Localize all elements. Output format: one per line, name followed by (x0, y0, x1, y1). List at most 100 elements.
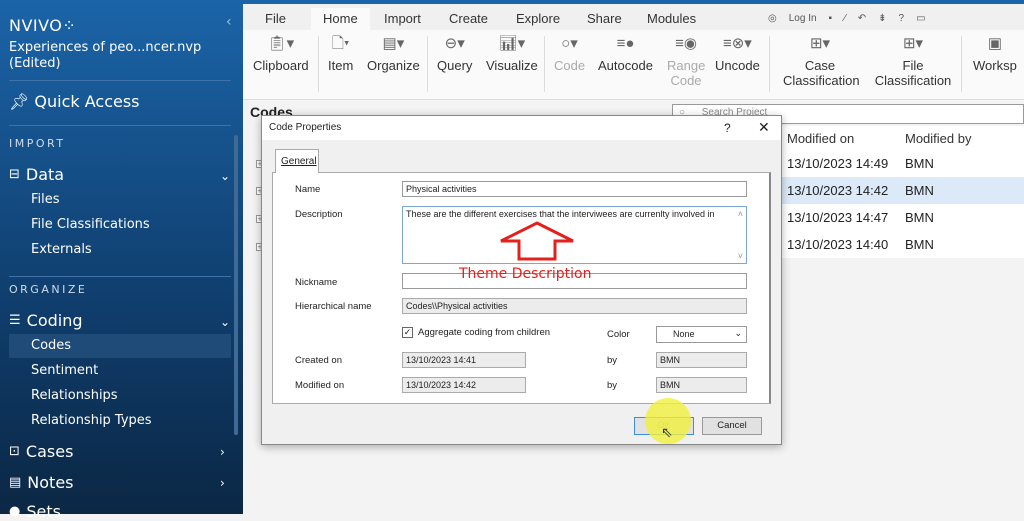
visualize-label: Visualize (486, 58, 538, 73)
chevron-down-icon[interactable]: ⌄ (220, 315, 230, 329)
workspace-label: Worksp (973, 58, 1017, 73)
range-code-label: Range Code (667, 58, 706, 88)
bar-chart-icon: 📊︎▾ (498, 35, 526, 52)
tab-share[interactable]: Share (587, 11, 622, 26)
divider (9, 276, 231, 277)
clipboard-button[interactable]: 📋︎▾ Clipboard (253, 36, 309, 73)
column-modified-by[interactable]: Modified by (905, 131, 971, 146)
sidebar-item-externals[interactable]: Externals (31, 242, 92, 257)
cell-modified-on: 13/10/2023 14:49 (787, 156, 889, 171)
nvivo-logo: NVIVO⁘ (9, 16, 76, 35)
notes-icon: ▤ (9, 475, 22, 490)
sidebar-item-codes[interactable]: Codes (9, 334, 231, 358)
sidebar-item-file-classifications[interactable]: File Classifications (31, 217, 150, 232)
tab-home[interactable]: Home (311, 8, 370, 32)
column-modified-on[interactable]: Modified on (787, 131, 854, 146)
sidebar-scrollbar[interactable] (234, 135, 238, 435)
mouse-cursor-icon: ⇖ (661, 424, 673, 440)
dialog-close-button[interactable]: ✕ (758, 119, 770, 136)
organize-icon: ▤▾ (382, 35, 405, 52)
name-field[interactable]: Physical activities (402, 181, 747, 197)
item-button[interactable]: 🗋▾ Item (328, 36, 353, 73)
case-classification-icon: ⊞▾ (809, 35, 831, 52)
coding-icon: ☰ (9, 313, 21, 328)
user-icon[interactable]: ◎ (768, 13, 777, 24)
organize-button[interactable]: ▤▾ Organize (367, 36, 420, 73)
red-up-arrow-icon (500, 221, 574, 261)
color-label: Color (607, 329, 630, 340)
feedback-icon[interactable]: ▭ (916, 13, 925, 24)
scroll-up-icon[interactable]: ˄ (738, 209, 743, 219)
tab-general[interactable]: General (275, 149, 319, 173)
table-row[interactable]: 13/10/2023 14:49 BMN (782, 150, 1024, 177)
code-button[interactable]: ○▾ Code (554, 36, 585, 73)
file-classification-icon: ⊞▾ (902, 35, 924, 52)
document-icon: 🗋▾ (331, 35, 350, 52)
table-row[interactable]: 13/10/2023 14:47 BMN (782, 204, 1024, 231)
cell-modified-on: 13/10/2023 14:42 (787, 183, 889, 198)
login-link[interactable]: Log In (789, 13, 817, 24)
sidebar-group-data[interactable]: ⊟ Data (9, 165, 64, 184)
cell-modified-on: 13/10/2023 14:47 (787, 210, 889, 225)
sidebar-group-coding[interactable]: ☰ Coding (9, 311, 83, 330)
divider (427, 36, 428, 92)
workspace-button[interactable]: ▣ Worksp (973, 36, 1017, 73)
divider (769, 36, 770, 92)
notes-label: Notes (27, 473, 74, 492)
collapse-sidebar-icon[interactable]: ‹ (226, 14, 232, 30)
edit-icon[interactable]: ∕ (844, 13, 846, 24)
sidebar-group-notes[interactable]: ▤ Notes (9, 473, 74, 492)
project-file: Experiences of peo...ncer.nvp (9, 40, 202, 55)
item-label: Item (328, 58, 354, 73)
quick-access[interactable]: 📌︎ Quick Access (9, 92, 140, 111)
sidebar-item-relationship-types[interactable]: Relationship Types (31, 413, 152, 428)
created-on-field: 13/10/2023 14:41 (402, 352, 526, 368)
tab-create[interactable]: Create (449, 11, 488, 26)
sidebar-group-sets[interactable]: ● Sets (9, 502, 61, 521)
customize-icon[interactable]: ⇟ (878, 13, 886, 24)
cell-modified-by: BMN (905, 156, 934, 171)
visualize-button[interactable]: 📊︎▾ Visualize (486, 36, 538, 73)
tab-modules[interactable]: Modules (647, 11, 696, 26)
color-dropdown[interactable]: None ⌄ (656, 326, 747, 343)
logo-text: NVIVO (9, 16, 63, 35)
dialog-help-button[interactable]: ? (724, 121, 731, 135)
table-row[interactable]: 13/10/2023 14:40 BMN (782, 231, 1024, 258)
tab-file[interactable]: File (265, 11, 286, 26)
section-organize: ORGANIZE (9, 283, 88, 296)
undo-icon[interactable]: ↶ (858, 13, 866, 24)
autocode-button[interactable]: ≡● Autocode (598, 36, 653, 73)
query-button[interactable]: ⊖▾ Query (437, 36, 472, 73)
ribbon-tabs: File Home Import Create Explore Share Mo… (243, 0, 1024, 32)
pin-icon: 📌︎ (9, 92, 30, 111)
tab-explore[interactable]: Explore (516, 11, 560, 26)
case-classification-button[interactable]: ⊞▾ Case Classification (783, 35, 860, 88)
chevron-right-icon[interactable]: › (220, 476, 225, 490)
divider (544, 36, 545, 92)
cell-modified-by: BMN (905, 183, 934, 198)
data-label: Data (25, 165, 65, 184)
sidebar-item-files[interactable]: Files (31, 192, 60, 207)
cancel-button[interactable]: Cancel (702, 417, 762, 435)
range-code-button[interactable]: ≡◉ Range Code (667, 36, 705, 88)
divider (9, 80, 231, 81)
aggregate-checkbox[interactable]: ✓ (402, 327, 413, 338)
sidebar-item-relationships[interactable]: Relationships (31, 388, 118, 403)
file-classification-button[interactable]: ⊞▾ File Classification (873, 36, 953, 88)
sidebar-item-sentiment[interactable]: Sentiment (31, 363, 98, 378)
sidebar-group-cases[interactable]: ⊡ Cases (9, 442, 73, 461)
sidebar: NVIVO⁘ ‹ Experiences of peo...ncer.nvp (E… (0, 0, 243, 521)
uncode-label: Uncode (715, 58, 760, 73)
table-row[interactable]: 13/10/2023 14:42 BMN (782, 177, 1024, 204)
scroll-down-icon[interactable]: ˅ (738, 251, 743, 261)
uncode-button[interactable]: ≡⊗▾ Uncode (715, 36, 760, 73)
chevron-down-icon[interactable]: ⌄ (220, 169, 230, 183)
tab-import[interactable]: Import (384, 11, 421, 26)
modified-by-label: by (607, 380, 618, 391)
modified-on-field: 13/10/2023 14:42 (402, 377, 526, 393)
chevron-right-icon[interactable]: › (220, 445, 225, 459)
uncode-icon: ≡⊗▾ (722, 35, 752, 52)
clipboard-label: Clipboard (253, 58, 309, 73)
save-icon[interactable]: ▪ (829, 13, 833, 24)
help-button[interactable]: ? (899, 13, 905, 24)
